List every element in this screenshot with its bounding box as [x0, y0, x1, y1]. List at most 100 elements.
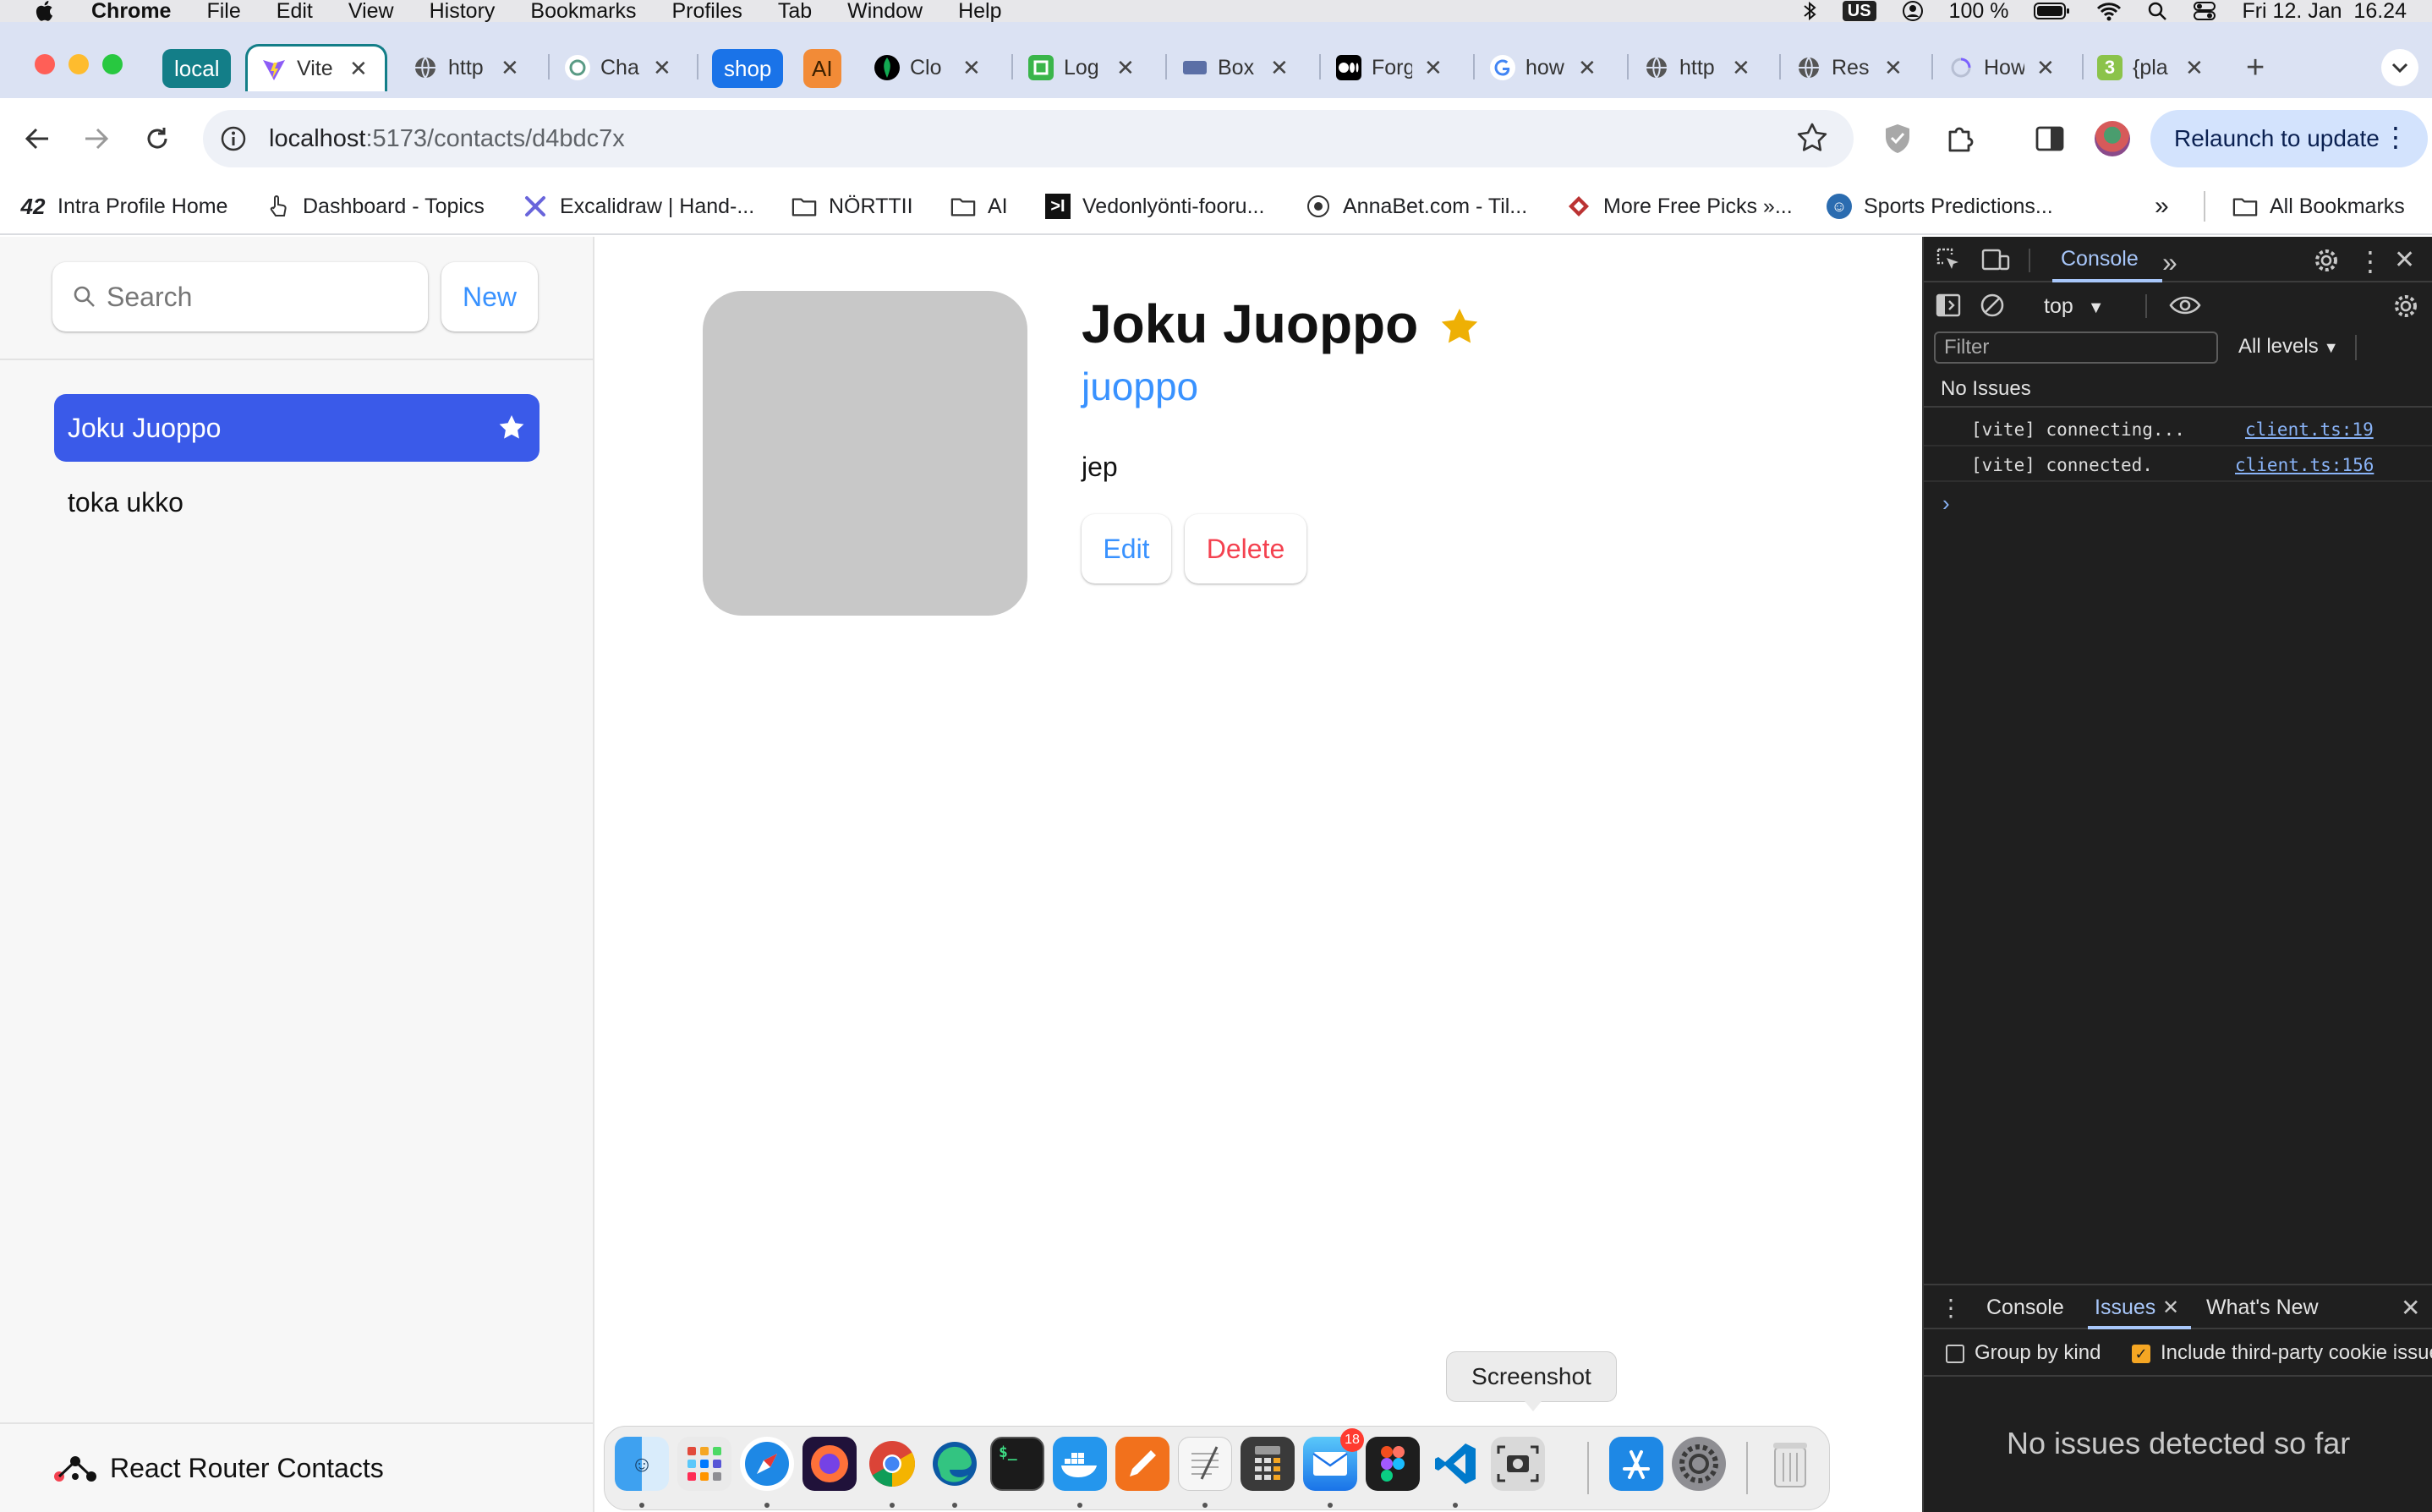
menu-help[interactable]: Help [958, 0, 1001, 22]
menu-file[interactable]: File [206, 0, 240, 22]
tab-group-local[interactable]: local [162, 49, 232, 88]
menu-history[interactable]: History [430, 0, 496, 22]
console-log-source-link[interactable]: client.ts:19 [2245, 419, 2374, 440]
group-by-kind-checkbox[interactable] [1946, 1345, 1964, 1363]
bookmark-folder-nortti[interactable]: NÖRTTII [791, 188, 913, 225]
user-icon[interactable] [1902, 0, 1924, 22]
close-icon[interactable]: ✕ [1884, 55, 1903, 81]
tab-search-button[interactable] [2381, 49, 2418, 86]
launchpad-icon[interactable] [677, 1437, 731, 1491]
more-tabs-chevron-icon[interactable]: » [2162, 247, 2177, 278]
search-input[interactable] [107, 281, 411, 313]
textedit-icon[interactable] [1178, 1437, 1232, 1491]
url-text[interactable]: localhost:5173/contacts/d4bdc7x [269, 125, 625, 153]
tab-pla[interactable]: 3 {pla ✕ [2097, 44, 2204, 91]
bookmark-annabet[interactable]: AnnaBet.com - Til... [1306, 188, 1527, 225]
close-icon[interactable]: ✕ [653, 55, 671, 81]
safari-icon[interactable] [740, 1437, 794, 1491]
bookmarks-overflow-button[interactable]: » [2155, 188, 2169, 225]
drawer-more-vert-icon[interactable]: ⋮ [1939, 1294, 1963, 1322]
more-vert-icon[interactable]: ⋮ [2357, 245, 2384, 277]
window-zoom-button[interactable] [102, 54, 123, 74]
tab-how[interactable]: How ✕ [1948, 44, 2055, 91]
finder-icon[interactable]: ☺ [615, 1437, 669, 1491]
tab-group-shop[interactable]: shop [712, 49, 784, 88]
input-source-badge[interactable]: US [1842, 1, 1876, 21]
terminal-icon[interactable]: $_ [990, 1437, 1044, 1491]
contact-item-joku-juoppo[interactable]: Joku Juoppo [54, 394, 540, 462]
site-info-icon[interactable] [216, 122, 250, 156]
bookmark-sports-predictions[interactable]: ☺ Sports Predictions... [1827, 188, 2053, 225]
bookmark-folder-ai[interactable]: AI [950, 188, 1008, 225]
issues-summary[interactable]: No Issues [1941, 377, 2031, 401]
vscode-icon[interactable] [1428, 1437, 1482, 1491]
menu-clock[interactable]: Fri 12. Jan 16.24 [2242, 0, 2407, 22]
contact-twitter-link[interactable]: juoppo [1082, 364, 1198, 409]
search-form[interactable] [52, 262, 428, 331]
inspect-element-icon[interactable] [1936, 247, 1961, 272]
live-expression-eye-icon[interactable] [2169, 291, 2201, 320]
mail-icon[interactable]: 18 [1303, 1428, 1364, 1491]
new-contact-button[interactable]: New [441, 262, 538, 331]
bookmark-vedonlyonti[interactable]: >I Vedonlyönti-fooru... [1045, 188, 1264, 225]
docker-icon[interactable] [1053, 1437, 1107, 1491]
firefox-icon[interactable] [802, 1437, 857, 1491]
tab-http-1[interactable]: http ✕ [413, 44, 519, 91]
console-log-source-link[interactable]: client.ts:156 [2235, 455, 2374, 475]
close-icon[interactable]: ✕ [1578, 55, 1597, 81]
menu-view[interactable]: View [348, 0, 394, 22]
chrome-icon[interactable] [865, 1437, 919, 1491]
log-levels-dropdown[interactable]: All levels ▼ [2238, 335, 2339, 359]
edit-button[interactable]: Edit [1082, 514, 1171, 583]
screenshot-icon[interactable] [1491, 1437, 1545, 1491]
relaunch-to-update-button[interactable]: Relaunch to update ⋮ [2150, 110, 2428, 167]
favorite-toggle-star-icon[interactable] [1438, 306, 1481, 353]
close-drawer-icon[interactable]: ✕ [2401, 1294, 2420, 1322]
battery-percent[interactable]: 100 % [1949, 0, 2009, 22]
close-icon[interactable]: ✕ [962, 55, 981, 81]
tab-vite[interactable]: Vite ✕ [245, 44, 387, 91]
close-icon[interactable]: ✕ [2185, 55, 2204, 81]
menu-edit[interactable]: Edit [277, 0, 313, 22]
all-bookmarks-button[interactable]: All Bookmarks [2232, 188, 2405, 225]
tab-medium[interactable]: Forg ✕ [1336, 44, 1443, 91]
spotlight-search-icon[interactable] [2147, 1, 2167, 21]
control-center-icon[interactable] [2193, 1, 2216, 21]
forward-button[interactable] [76, 118, 117, 159]
tab-group-ai[interactable]: AI [803, 49, 841, 88]
window-minimize-button[interactable] [68, 54, 89, 74]
close-icon[interactable]: ✕ [1424, 55, 1443, 81]
context-selector[interactable]: top ▼ [2044, 294, 2105, 319]
clear-console-icon[interactable] [1980, 293, 2005, 318]
bluetooth-icon[interactable] [1802, 1, 1817, 21]
devtools-tab-console[interactable]: Console [2061, 247, 2139, 271]
menu-app-name[interactable]: Chrome [91, 0, 171, 22]
edge-icon[interactable] [928, 1437, 982, 1491]
bookmark-intra[interactable]: 42 Intra Profile Home [20, 188, 228, 225]
profile-avatar[interactable] [2090, 117, 2134, 161]
bookmark-more-free-picks[interactable]: More Free Picks »... [1566, 188, 1793, 225]
close-tab-icon[interactable]: ✕ [2162, 1296, 2179, 1320]
device-toolbar-icon[interactable] [1981, 247, 2010, 272]
menu-profiles[interactable]: Profiles [671, 0, 742, 22]
bookmark-star-icon[interactable] [1796, 122, 1828, 158]
console-filter-input[interactable]: Filter [1934, 331, 2218, 364]
drawer-tab-console[interactable]: Console [1986, 1296, 2064, 1320]
menu-tab[interactable]: Tab [778, 0, 812, 22]
close-icon[interactable]: ✕ [1116, 55, 1135, 81]
console-settings-gear-icon[interactable] [2392, 293, 2419, 320]
tab-box[interactable]: Box ✕ [1182, 44, 1289, 91]
app-store-icon[interactable] [1609, 1437, 1663, 1491]
address-bar[interactable]: localhost:5173/contacts/d4bdc7x [203, 110, 1854, 167]
tab-chatgpt[interactable]: Cha ✕ [565, 44, 671, 91]
pen-app-icon[interactable] [1115, 1437, 1169, 1491]
menu-bookmarks[interactable]: Bookmarks [530, 0, 636, 22]
back-button[interactable] [17, 118, 58, 159]
contact-item-toka-ukko[interactable]: toka ukko [54, 468, 540, 536]
delete-button[interactable]: Delete [1185, 514, 1306, 583]
sidebar-toggle-icon[interactable] [1936, 293, 1961, 318]
bookmark-dashboard[interactable]: Dashboard - Topics [266, 188, 485, 225]
close-icon[interactable]: ✕ [349, 56, 368, 82]
tab-log[interactable]: Log ✕ [1028, 44, 1135, 91]
menu-window[interactable]: Window [847, 0, 923, 22]
